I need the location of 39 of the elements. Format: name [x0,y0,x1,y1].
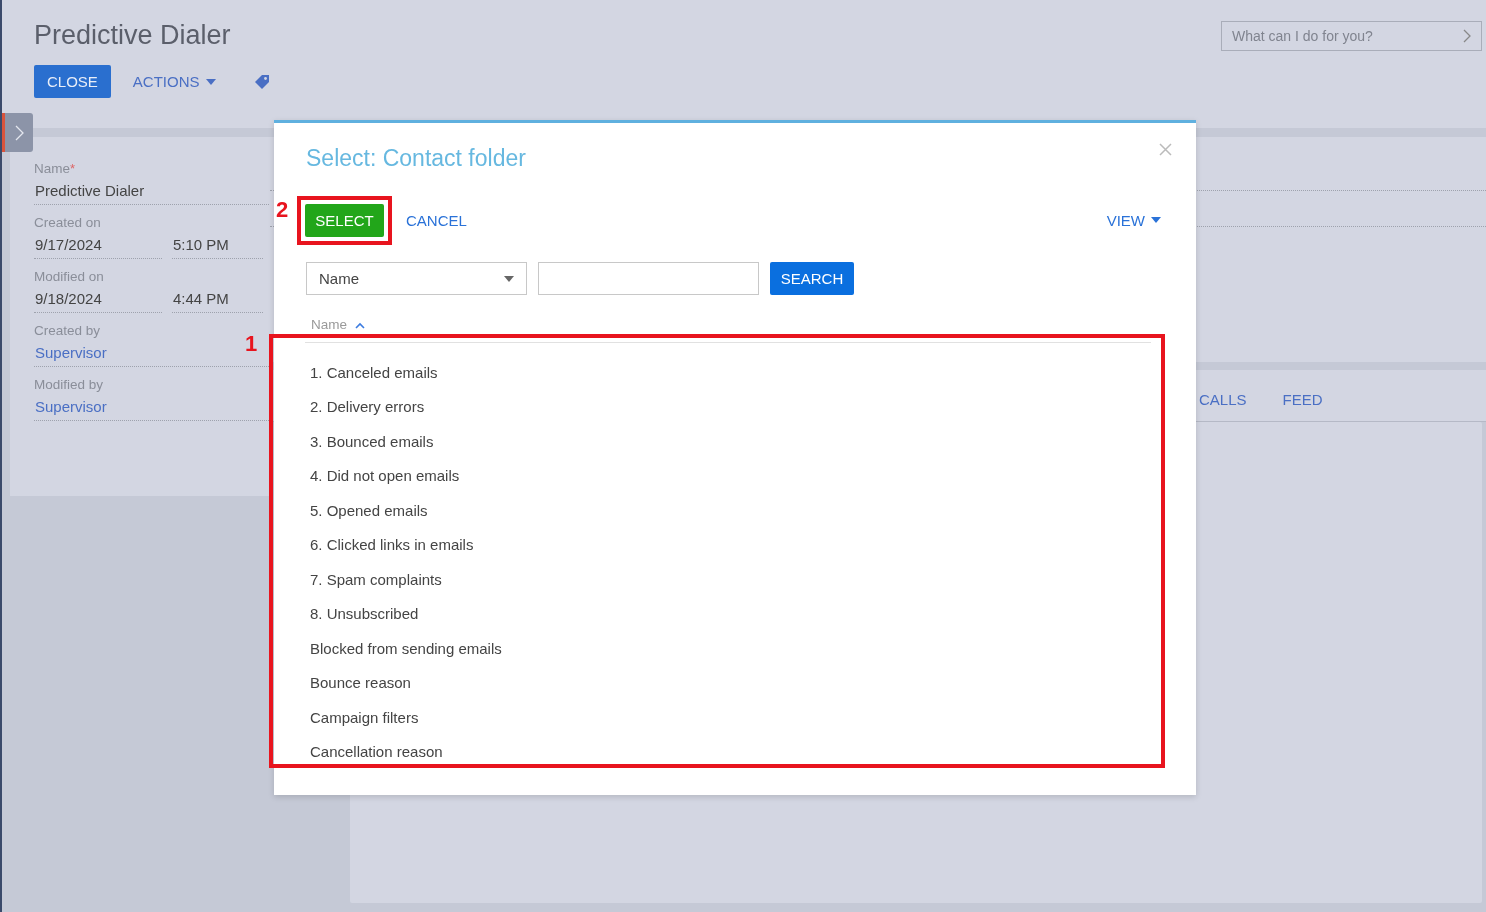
folder-item[interactable]: 5. Opened emails [305,493,1161,528]
folder-item[interactable]: 2. Delivery errors [305,389,1161,424]
page-title: Predictive Dialer [34,20,232,51]
time-value: 5:10 PM [172,236,263,259]
folder-item[interactable]: 3. Bounced emails [305,424,1161,459]
field-label: Created by [34,323,101,338]
close-icon[interactable] [1159,143,1172,156]
field-label: Modified on [34,269,104,284]
folder-item[interactable]: Campaign filters [305,700,1161,735]
folder-item[interactable]: Cancellation reason [305,734,1161,769]
folder-item[interactable]: 4. Did not open emails [305,458,1161,493]
field-label: Modified by [34,377,104,392]
chevron-right-icon [1463,29,1471,43]
caret-icon [504,275,514,282]
folder-item[interactable]: 8. Unsubscribed [305,596,1161,631]
field-label: Name [34,161,70,176]
tag-icon[interactable] [253,73,270,90]
cancel-button[interactable]: CANCEL [406,211,467,229]
date-value: 9/18/2024 [34,290,162,313]
view-menu[interactable]: VIEW [1106,211,1161,229]
search-button[interactable]: SEARCH [770,262,854,295]
dialog-title: Select: Contact folder [306,145,527,172]
close-button[interactable]: CLOSE [34,65,111,98]
date-value: 9/17/2024 [34,236,162,259]
column-dropdown[interactable]: Name [306,262,527,295]
required-mark: * [70,161,76,178]
caret-icon [205,78,216,85]
folder-item[interactable]: Bounce reason [305,665,1161,700]
sidebar-toggle[interactable] [2,113,33,152]
folder-item[interactable]: 1. Canceled emails [305,355,1161,390]
caret-icon [1151,217,1161,223]
folder-item[interactable]: Blocked from sending emails [305,631,1161,666]
time-value: 4:44 PM [172,290,263,313]
step-number: 2 [276,196,289,223]
folder-item[interactable]: 6. Clicked links in emails [305,527,1161,562]
search-field[interactable] [538,262,759,295]
folder-item[interactable]: 7. Spam complaints [305,562,1161,597]
field-label: Created on [34,215,101,230]
chevron-right-icon [14,124,24,141]
